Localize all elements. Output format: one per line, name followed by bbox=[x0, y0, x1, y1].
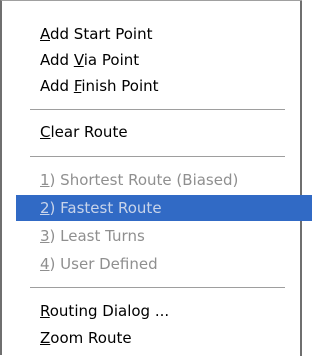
menu-item-shortest-route: 1) Shortest Route (Biased) bbox=[40, 171, 239, 189]
menu-right-edge bbox=[300, 1, 302, 356]
context-menu: Add Start Point Add Via Point Add Finish… bbox=[0, 0, 312, 356]
menu-item-least-turns: 3) Least Turns bbox=[40, 227, 145, 245]
menu-item-clear-route[interactable]: Clear Route bbox=[16, 119, 128, 145]
menu-item-routing-dialog[interactable]: Routing Dialog ... bbox=[16, 298, 169, 324]
menu-item-zoom-route[interactable]: Zoom Route bbox=[16, 325, 132, 351]
menu-item-fastest-route[interactable]: 2) Fastest Route bbox=[16, 195, 312, 221]
menu-separator bbox=[30, 287, 285, 289]
menu-item-add-start-point[interactable]: Add Start Point bbox=[16, 21, 152, 47]
menu-item-user-defined: 4) User Defined bbox=[40, 255, 158, 273]
menu-separator bbox=[30, 156, 285, 158]
menu-separator bbox=[30, 109, 285, 111]
menu-item-add-finish-point[interactable]: Add Finish Point bbox=[16, 73, 159, 99]
menu-item-add-via-point[interactable]: Add Via Point bbox=[16, 47, 139, 73]
